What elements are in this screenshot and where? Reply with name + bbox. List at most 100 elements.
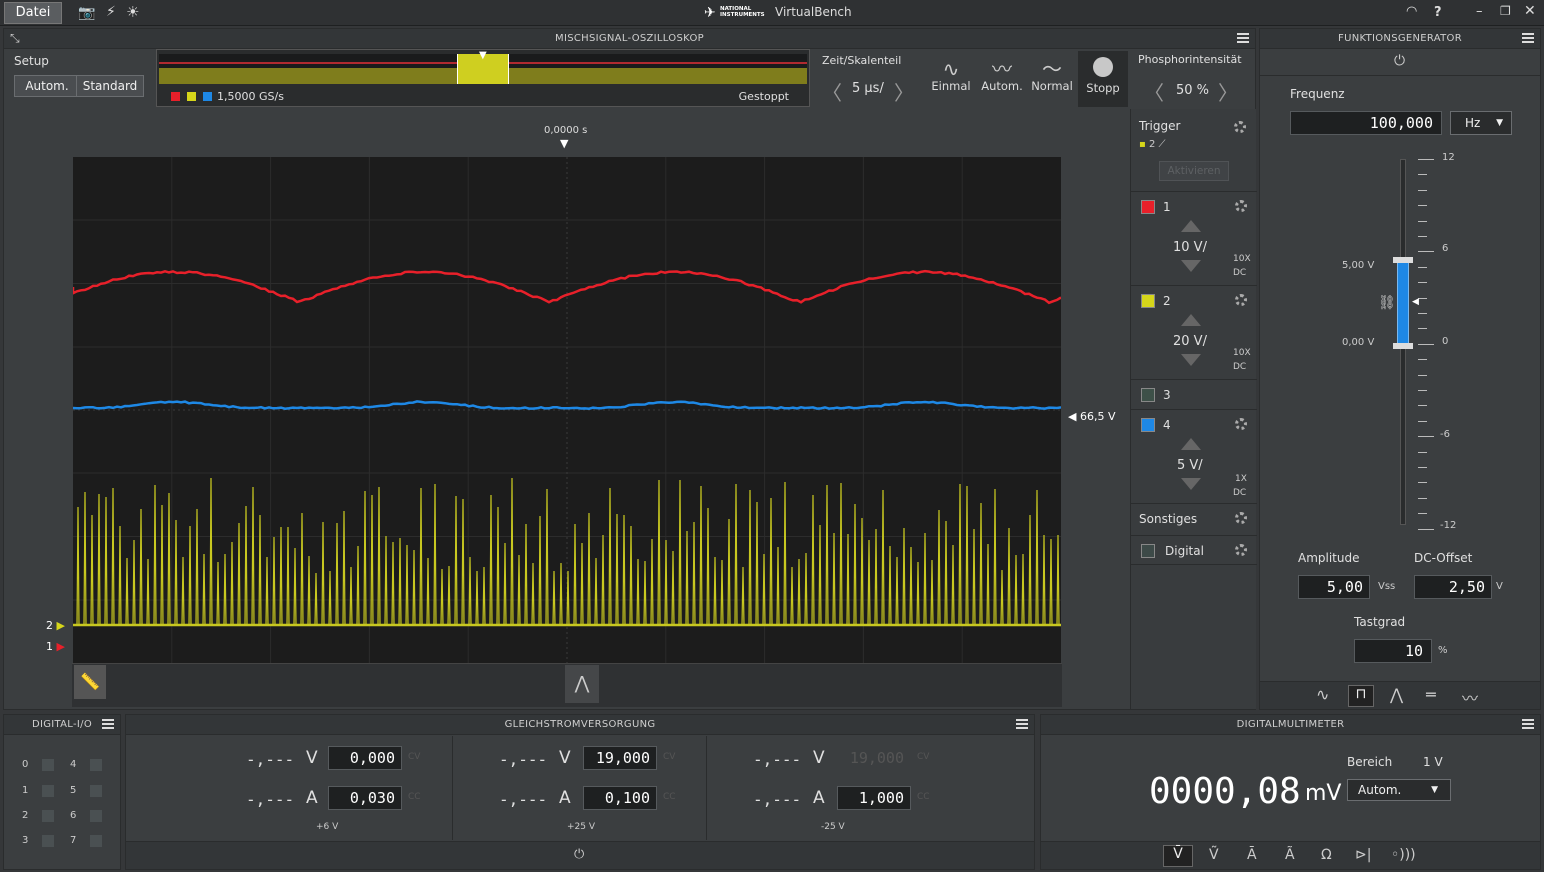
dio-pin-2[interactable] [42, 810, 54, 822]
dio-pin-3[interactable] [42, 835, 54, 847]
digital-settings-icon[interactable] [1235, 544, 1247, 556]
psu-plus25-voltage-input[interactable]: 19,000 [583, 746, 657, 770]
phosphor-increase-icon[interactable]: 〉 [1218, 77, 1238, 106]
duty-input[interactable]: 10 [1354, 639, 1432, 663]
dc-voltage-mode-icon[interactable]: V̄ [1163, 845, 1193, 867]
channel-2-scale-down[interactable] [1181, 354, 1201, 366]
frequency-unit-select[interactable]: Hz ▼ [1450, 111, 1512, 135]
restore-icon[interactable]: ❐ [1500, 4, 1511, 18]
channel-4-settings-icon[interactable] [1235, 418, 1247, 430]
link-icon[interactable]: ⛓ [1378, 295, 1396, 311]
wifi-icon[interactable]: ◠ [1406, 4, 1417, 19]
power-supply-header: GLEICHSTROMVERSORGUNG [126, 715, 1034, 735]
high-level-handle[interactable] [1393, 257, 1413, 263]
channel-2-scale-up[interactable] [1181, 314, 1201, 326]
fgen-power-icon[interactable]: ⏻ [1394, 53, 1405, 69]
other-settings-icon[interactable] [1235, 512, 1247, 524]
level-scale-tick [1418, 498, 1427, 499]
channel-4-scale-up[interactable] [1181, 438, 1201, 450]
trigger-settings-icon[interactable] [1234, 121, 1246, 133]
channel-2-color [1141, 294, 1155, 308]
arbitrary-wave-icon[interactable]: 〰 [1462, 685, 1478, 709]
oscilloscope-header: MISCHSIGNAL-OSZILLOSKOP [4, 29, 1255, 49]
level-range-bar[interactable] [1397, 262, 1409, 346]
ac-current-mode-icon[interactable]: Ã [1285, 847, 1295, 863]
scope-display[interactable] [73, 157, 1061, 663]
channel-3-block[interactable]: 3 [1131, 379, 1257, 409]
timebase-increase-icon[interactable]: 〉 [894, 77, 914, 106]
duty-label: Tastgrad [1354, 615, 1405, 629]
measure-tool-button[interactable]: 📏 [74, 665, 106, 699]
waveform-overview[interactable]: ▼ 1,5000 GS/s Gestoppt [156, 49, 810, 107]
channel-2-block[interactable]: 2 20 V/ 10X DC [1131, 285, 1257, 377]
channel-1-scale-down[interactable] [1181, 260, 1201, 272]
dio-pin-5[interactable] [90, 785, 102, 797]
channel-1-block[interactable]: 1 10 V/ 10X DC [1131, 191, 1257, 283]
continuity-mode-icon[interactable]: ◦))) [1391, 847, 1416, 863]
menu-icon[interactable] [1237, 33, 1249, 43]
psu-minus25-voltage-input[interactable]: 19,000 [837, 746, 911, 770]
mode-single-button[interactable]: ∿ Einmal [926, 51, 976, 107]
file-tab[interactable]: Datei [4, 2, 62, 24]
mode-stop-button[interactable]: Stopp [1078, 51, 1128, 107]
dio-pin-7[interactable] [90, 835, 102, 847]
resistance-mode-icon[interactable]: Ω [1321, 847, 1332, 863]
psu-plus6-voltage-input[interactable]: 0,000 [328, 746, 402, 770]
mode-normal-button[interactable]: 〜 Normal [1026, 51, 1078, 107]
psu-power-icon[interactable]: ⏻ [574, 847, 584, 862]
psu-minus25-current-input[interactable]: 1,000 [837, 786, 911, 810]
dio-pin-4[interactable] [90, 759, 102, 771]
sine-wave-icon[interactable]: ∿ [1316, 685, 1329, 704]
triangle-wave-icon[interactable]: ⋀ [1390, 685, 1403, 704]
dio-pin-0[interactable] [42, 759, 54, 771]
mode-auto-button[interactable]: 〰 Autom. [976, 51, 1028, 107]
psu-menu-icon[interactable] [1016, 719, 1028, 729]
time-marker-icon[interactable]: ▼ [560, 137, 568, 150]
dc-icon[interactable]: ═ [1426, 685, 1436, 704]
amplitude-input[interactable]: 5,00 [1298, 575, 1370, 599]
timebase-decrease-icon[interactable]: 〈 [822, 77, 842, 106]
offset-input[interactable]: 2,50 [1414, 575, 1492, 599]
channel-1-scale-up[interactable] [1181, 220, 1201, 232]
ac-voltage-mode-icon[interactable]: Ṽ [1209, 847, 1219, 863]
math-tool-button[interactable]: ⋀ [565, 665, 599, 703]
scale-tick-minus12: -12 [1440, 520, 1456, 531]
help-icon[interactable]: ? [1434, 5, 1442, 20]
low-level-handle[interactable] [1393, 343, 1413, 349]
channel-4-scale-down[interactable] [1181, 478, 1201, 490]
dio-menu-icon[interactable] [102, 719, 114, 729]
channel-2-marker[interactable]: 2 ▶ [46, 619, 65, 632]
psu-plus25-current-input[interactable]: 0,100 [583, 786, 657, 810]
dio-pin-1[interactable] [42, 785, 54, 797]
camera-icon[interactable]: 📷 [78, 5, 95, 21]
channel-1-settings-icon[interactable] [1235, 200, 1247, 212]
close-icon[interactable]: ✕ [1524, 3, 1536, 19]
digital-block[interactable]: Digital [1131, 535, 1257, 565]
dio-pin-6[interactable] [90, 810, 102, 822]
channel-1-marker[interactable]: 1 ▶ [46, 640, 65, 653]
minimize-icon[interactable]: – [1476, 4, 1483, 19]
channel-2-settings-icon[interactable] [1235, 294, 1247, 306]
diode-mode-icon[interactable]: ⊳| [1355, 847, 1371, 863]
level-scale-tick [1418, 482, 1427, 483]
other-block[interactable]: Sonstiges [1131, 503, 1257, 533]
brightness-icon[interactable]: ☀ [126, 3, 139, 21]
frequency-input[interactable]: 100,000 [1290, 111, 1442, 135]
expand-icon[interactable]: ⤡ [10, 31, 20, 46]
psu-plus6-current-input[interactable]: 0,030 [328, 786, 402, 810]
range-select[interactable]: Autom. ▼ [1347, 779, 1451, 801]
channel-4-block[interactable]: 4 5 V/ 1X DC [1131, 409, 1257, 501]
channel-3-color [1141, 388, 1155, 402]
auto-setup-button[interactable]: Autom. [14, 75, 80, 97]
single-wave-icon: ∿ [926, 51, 976, 79]
dmm-menu-icon[interactable] [1522, 719, 1534, 729]
arm-trigger-button[interactable]: Aktivieren [1159, 161, 1229, 181]
probe-icon[interactable]: ⚡ [106, 4, 116, 20]
fgen-menu-icon[interactable] [1522, 33, 1534, 43]
square-wave-icon[interactable]: ⊓ [1348, 685, 1374, 707]
dc-current-mode-icon[interactable]: Ā [1247, 847, 1257, 863]
standard-setup-button[interactable]: Standard [76, 75, 144, 97]
psu-channel-plus6: -,--- V 0,000 CV -,--- A 0,030 CC +6 V [126, 736, 453, 840]
trigger-level-marker[interactable]: ◀ 66,5 V [1068, 410, 1115, 423]
phosphor-decrease-icon[interactable]: 〈 [1144, 77, 1164, 106]
